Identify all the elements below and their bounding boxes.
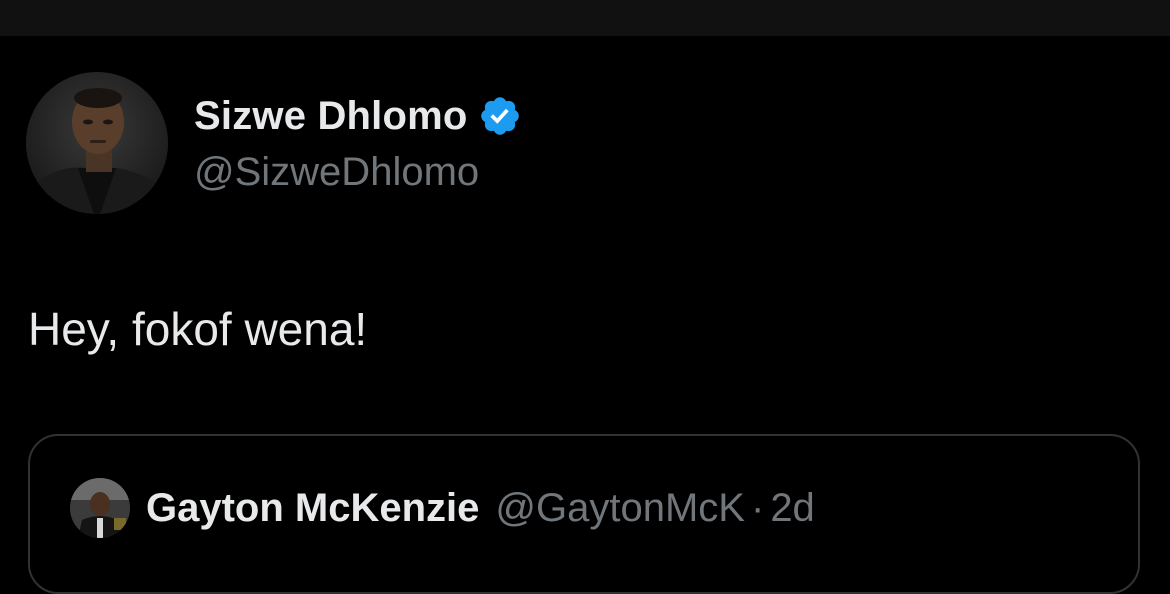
tweet-text: Hey, fokof wena! — [28, 303, 368, 355]
author-display-name[interactable]: Sizwe Dhlomo — [194, 94, 468, 139]
verified-badge-icon[interactable] — [478, 94, 522, 138]
author-avatar-photo — [26, 72, 168, 214]
quoted-tweet-header: Gayton McKenzie @GaytonMcK · 2d — [70, 478, 815, 538]
author-handle[interactable]: @SizweDhlomo — [194, 150, 479, 195]
quoted-tweet-timestamp[interactable]: 2d — [770, 486, 815, 531]
quoted-tweet-card[interactable]: Gayton McKenzie @GaytonMcK · 2d — [28, 434, 1140, 594]
quoted-author-display-name[interactable]: Gayton McKenzie — [146, 486, 479, 531]
top-status-bar — [0, 0, 1170, 36]
quoted-author-avatar[interactable] — [70, 478, 130, 538]
author-avatar[interactable] — [26, 72, 168, 214]
meta-separator: · — [750, 485, 765, 530]
quoted-author-avatar-photo — [70, 478, 130, 538]
quoted-author-handle[interactable]: @GaytonMcK — [495, 486, 745, 531]
author-name-row: Sizwe Dhlomo — [194, 92, 522, 140]
quoted-tweet-meta: @GaytonMcK · 2d — [495, 486, 814, 531]
